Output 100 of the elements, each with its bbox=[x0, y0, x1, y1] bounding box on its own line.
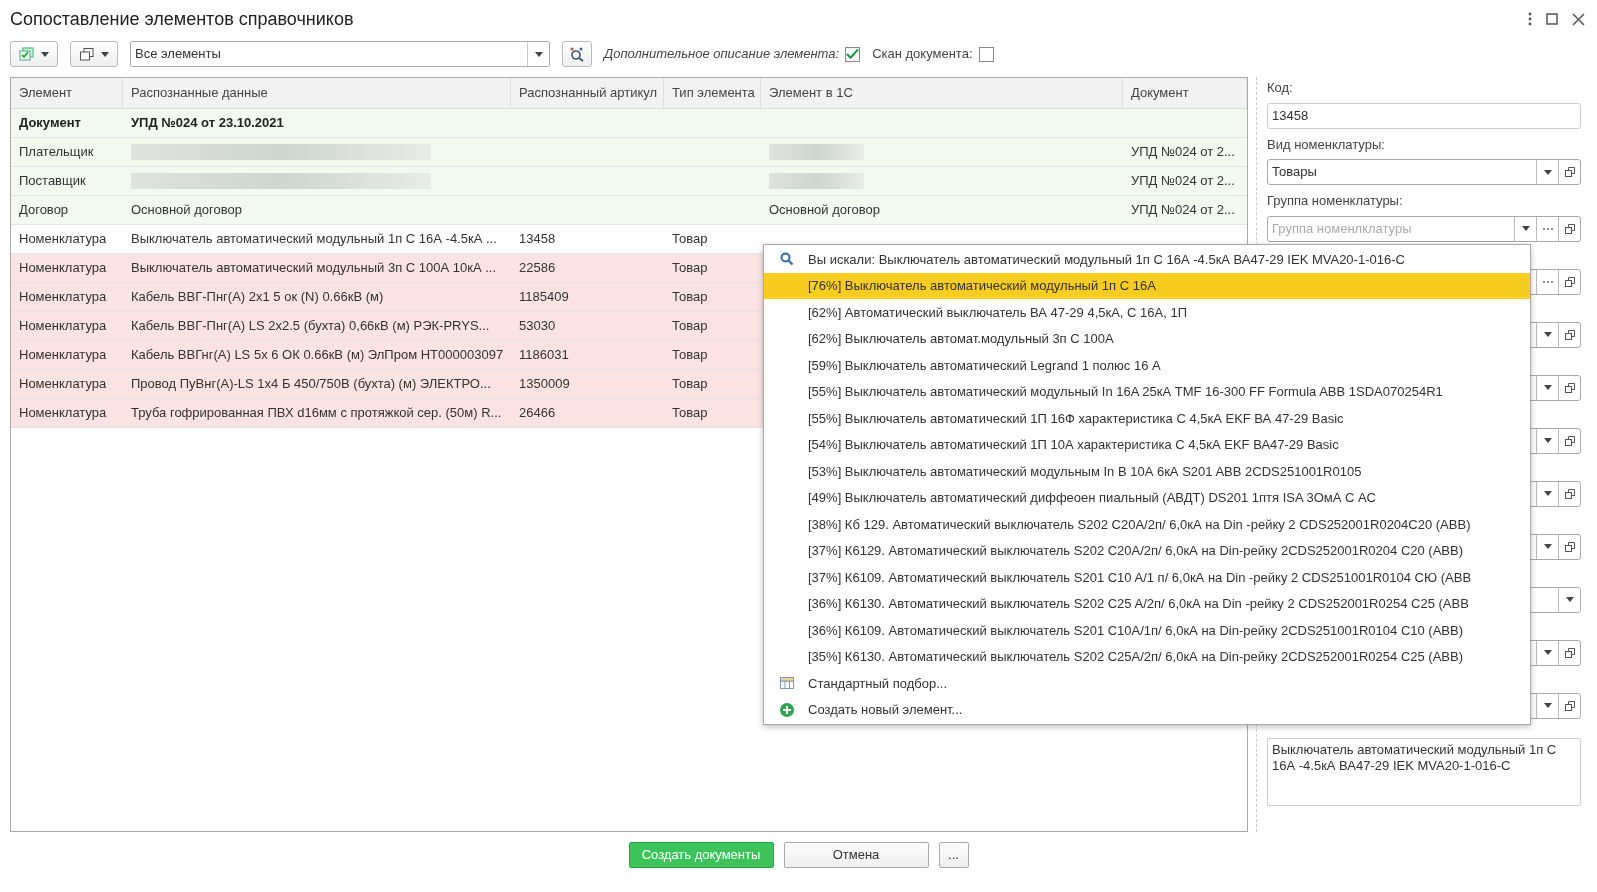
suggestion-item[interactable]: [49%] Выключатель автоматический диффеоен пиальный (АВДТ) DS201 1птя ISA 3ОмА С АС bbox=[764, 484, 1530, 511]
table-cell-text: 13458 bbox=[519, 230, 556, 249]
group-field[interactable]: Группа номенлклатуры bbox=[1267, 215, 1581, 242]
code-label: Код: bbox=[1267, 79, 1294, 97]
table-cell-text: Выключатель автоматический модульный 1п С 16А -4.5кА ... bbox=[131, 230, 497, 249]
extra-description-checkbox[interactable] bbox=[845, 46, 861, 62]
more-button[interactable]: ... bbox=[938, 842, 969, 868]
table-cell-text: Номенклатура bbox=[19, 375, 107, 394]
table-cell-text: 1186031 bbox=[519, 346, 569, 365]
table-cell-text: Товар bbox=[672, 288, 708, 307]
table-cell-text: Плательщик bbox=[19, 143, 94, 162]
suggestion-item[interactable]: [59%] Выключатель автоматический Legrand 1 полюс 16 А bbox=[764, 352, 1530, 379]
copy-icon bbox=[1563, 699, 1576, 712]
recognize-button[interactable] bbox=[562, 41, 592, 67]
table-cell-text: Товар bbox=[672, 259, 708, 278]
copy-menu-button[interactable] bbox=[70, 41, 118, 67]
suggestion-item[interactable]: [36%] К6130. Автоматический выключатель S202 C25 A/2п/ 6,0кА на Din -рейку 2 CDS252001R0254 C25 (АВВ bbox=[764, 590, 1530, 617]
code-field[interactable]: 13458 bbox=[1267, 102, 1581, 129]
column-header[interactable]: Тип элемента bbox=[664, 78, 761, 108]
suggestion-item[interactable]: Стандартный подбор... bbox=[764, 670, 1530, 697]
table-cell-text: Товар bbox=[672, 230, 708, 249]
add-icon bbox=[780, 702, 794, 717]
table-cell-text: Поставщик bbox=[19, 172, 86, 191]
table-cell-text: Номенклатура bbox=[19, 259, 107, 278]
table-cell-text: Номенклатура bbox=[19, 404, 107, 423]
column-header[interactable]: Документ bbox=[1123, 78, 1247, 108]
caret-icon bbox=[1543, 544, 1552, 549]
table-cell-text: УПД №024 от 2... bbox=[1131, 172, 1235, 191]
table-cell-text: Основной договор bbox=[769, 201, 880, 220]
magnifier-icon bbox=[569, 46, 585, 62]
table-row[interactable]: Плательщик УПД №024 от 2... bbox=[11, 138, 1247, 167]
suggestion-item[interactable]: Создать новый элемент... bbox=[764, 696, 1530, 723]
description-field[interactable]: Выключатель автоматический модульный 1п С 16А -4.5кА ВА47-29 IEK MVA20-1-016-C bbox=[1267, 737, 1581, 806]
suggestion-item[interactable]: [36%] К6109. Автоматический выключатель S201 C10A/1п/ 6,0кА на Din-рейку 2CDS251001R0104 C10 (АВВ) bbox=[764, 617, 1530, 644]
table-row[interactable]: Договор Основной договор Основной договор УПД №024 от 2... bbox=[11, 196, 1247, 225]
cancel-button[interactable]: Отмена bbox=[783, 842, 929, 868]
table-cell-text: Договор bbox=[19, 201, 69, 220]
group-label: Группа номенклатуры: bbox=[1267, 192, 1404, 210]
table-cell-text: Номенклатура bbox=[19, 288, 107, 307]
suggestion-item[interactable]: [37%] К6129. Автоматический выключатель S202 C20A/2п/ 6,0кА на Din-рейку 2CDS252001R0204 C20 (АВВ) bbox=[764, 537, 1530, 564]
copy-icon bbox=[1563, 646, 1576, 659]
suggestion-item[interactable]: [62%] Выключатель автомат.модульный 3п С 100А bbox=[764, 325, 1530, 352]
suggestion-item[interactable]: [55%] Выключатель автоматический 1П 16Ф характеристика С 4,5кА EKF ВА 47-29 Basic bbox=[764, 405, 1530, 432]
kind-label: Вид номенклатуры: bbox=[1267, 135, 1386, 154]
table-cell-text: Кабель ВВГ-Пнг(А) LS 2х2.5 (бухта) 0,66кВ (м) РЭК-PRYS... bbox=[131, 317, 490, 336]
column-header[interactable]: Элемент в 1С bbox=[761, 78, 1123, 108]
table-cell-text: Выключатель автоматический модульный 3п С 100А 10кА ... bbox=[131, 259, 497, 278]
table-cell-text: Номенклатура bbox=[19, 317, 107, 336]
suggestion-item[interactable]: [53%] Выключатель автоматический модульным In В 10А 6кА S201 ABB 2CDS251001R0105 bbox=[764, 458, 1530, 485]
table-row[interactable]: Документ УПД №024 от 23.10.2021 bbox=[11, 109, 1247, 138]
filter-select[interactable]: Все элементы bbox=[130, 41, 550, 67]
close-icon[interactable] bbox=[1572, 12, 1585, 26]
kind-field[interactable]: Товары bbox=[1267, 159, 1581, 185]
maximize-icon[interactable] bbox=[1546, 13, 1558, 25]
table-cell-text: 1350009 bbox=[519, 375, 570, 394]
suggestion-item[interactable]: [62%] Автоматический выключатель ВА 47-29 4,5кА, С 16А, 1П bbox=[764, 299, 1530, 326]
table-cell-text: 22586 bbox=[519, 259, 556, 278]
dots-icon bbox=[1542, 227, 1553, 230]
copy-icon bbox=[1563, 166, 1576, 178]
caret-icon bbox=[1543, 332, 1552, 337]
caret-icon bbox=[1543, 650, 1552, 655]
caret-icon bbox=[1543, 703, 1552, 708]
table-row[interactable]: Поставщик УПД №024 от 2... bbox=[11, 167, 1247, 196]
suggestion-item[interactable]: [37%] К6109. Автоматический выключатель S201 C10 A/1 п/ 6,0кА на Din -рейку 2 CDS251001R0104 СЮ (АВВ bbox=[764, 564, 1530, 591]
caret-icon bbox=[101, 51, 109, 57]
suggestion-item[interactable]: [35%] К6130. Автоматический выключатель S202 C25A/2п/ 6,0кА на Din-рейку 2CDS252001R0254 C25 (АВВ) bbox=[764, 643, 1530, 670]
checklist-icon bbox=[19, 46, 35, 62]
scan-checkbox[interactable] bbox=[978, 46, 994, 62]
table-cell-text: Номенклатура bbox=[19, 230, 107, 249]
caret-icon bbox=[1543, 169, 1552, 175]
search-icon bbox=[780, 252, 794, 267]
table-cell-text: Кабель ВВГнг(А) LS 5х 6 ОК 0.66кВ (м) ЭлПром НТ000003097 bbox=[131, 346, 504, 365]
copy-icon bbox=[1563, 487, 1576, 500]
scan-label: Скан документа: bbox=[872, 45, 973, 64]
suggestion-item[interactable]: [76%] Выключатель автоматический модульный 1п С 16А bbox=[764, 272, 1530, 299]
copy-icon bbox=[1563, 434, 1576, 447]
copy-icon bbox=[1563, 328, 1576, 341]
suggestion-item[interactable]: [55%] Выключатель автоматический модульный In 16A 25кА TMF 16-300 FF Formula ABB 1SDA070254R1 bbox=[764, 378, 1530, 405]
table-cell-text: УПД №024 от 2... bbox=[1131, 143, 1235, 162]
column-header[interactable]: Элемент bbox=[11, 78, 123, 108]
table-cell-text: Документ bbox=[19, 114, 81, 133]
caret-icon bbox=[1521, 226, 1530, 231]
table-cell-text: 1185409 bbox=[519, 288, 569, 307]
caret-icon bbox=[1543, 438, 1552, 443]
caret-icon bbox=[41, 51, 49, 57]
table-cell-text: Труба гофрированная ПВХ d16мм с протяжкой сер. (50м) R... bbox=[131, 404, 502, 423]
table-cell-text: Товар bbox=[672, 317, 708, 336]
column-header[interactable]: Распознанный артикул bbox=[511, 78, 664, 108]
suggestion-item[interactable]: [54%] Выключатель автоматический 1П 10А характеристика С 4,5кА EKF ВА47-29 Basic bbox=[764, 431, 1530, 458]
suggestion-item[interactable]: [38%] Кб 129. Автоматический выключатель S202 C20A/2п/ 6,0кА на Din -рейку 2 CDS252001R0204C20 (АВВ) bbox=[764, 511, 1530, 538]
column-header[interactable]: Распознанные данные bbox=[123, 78, 511, 108]
dots-icon bbox=[1542, 280, 1553, 283]
table-cell-text: Товар bbox=[672, 404, 708, 423]
group-input[interactable]: Группа номенлклатуры bbox=[1268, 218, 1514, 239]
table-cell-text: Товар bbox=[672, 346, 708, 365]
check-all-button[interactable] bbox=[10, 41, 58, 67]
copy-icon bbox=[1563, 275, 1576, 288]
more-icon[interactable] bbox=[1528, 12, 1532, 26]
table-cell-text: Провод ПуВнг(А)-LS 1х4 Б 450/750В (бухта) (м) ЭЛЕКТРО... bbox=[131, 375, 491, 394]
suggestion-item[interactable]: Вы искали: Выключатель автоматический модульный 1п С 16А -4.5кА ВА47-29 IEK MVA20-1-016-C bbox=[764, 246, 1530, 273]
